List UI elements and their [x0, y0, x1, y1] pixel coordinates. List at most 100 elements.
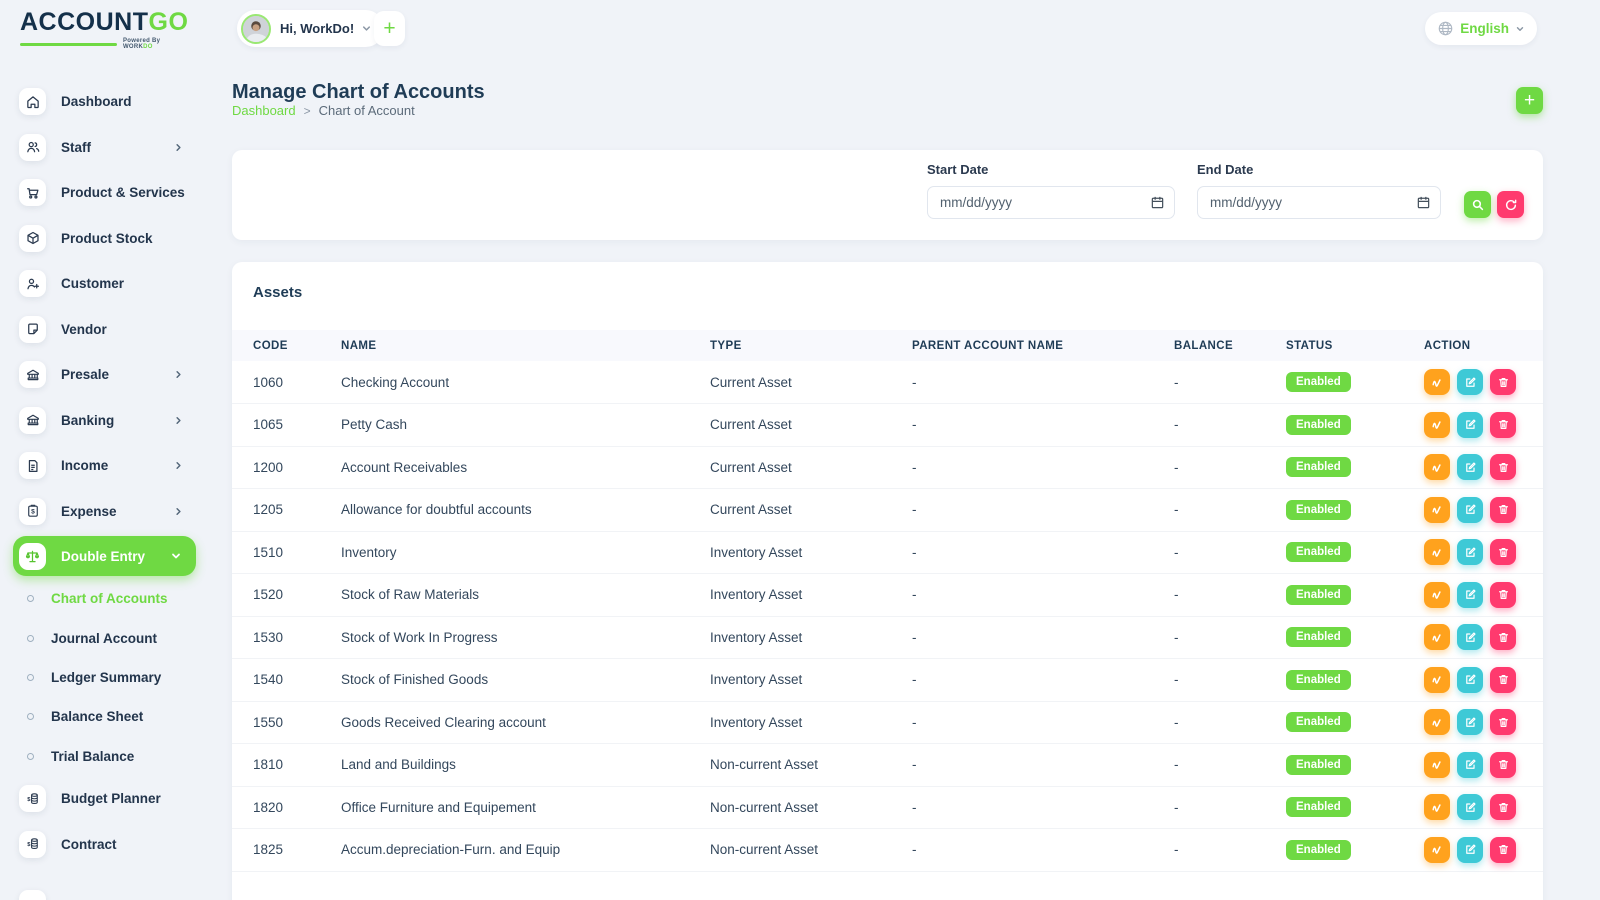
logo-underline — [20, 43, 117, 46]
status-badge: Enabled — [1286, 670, 1351, 690]
edit-button[interactable] — [1457, 709, 1483, 735]
account-balance: - — [1174, 744, 1286, 787]
sidebar-item-partial[interactable] — [0, 881, 212, 900]
document-icon — [19, 452, 46, 479]
breadcrumb-separator: > — [304, 104, 311, 118]
status-badge: Enabled — [1286, 372, 1351, 392]
transactions-button[interactable] — [1424, 667, 1450, 693]
sidebar-item-double-entry[interactable]: Double Entry — [13, 536, 196, 576]
transactions-button[interactable] — [1424, 794, 1450, 820]
transactions-button[interactable] — [1424, 582, 1450, 608]
transactions-button[interactable] — [1424, 624, 1450, 650]
edit-icon — [1464, 673, 1477, 686]
sidebar-subitem-ledger-summary[interactable]: Ledger Summary — [0, 658, 212, 697]
edit-button[interactable] — [1457, 454, 1483, 480]
end-date-input[interactable] — [1197, 186, 1441, 219]
create-account-button[interactable]: + — [1516, 87, 1543, 114]
start-date-input[interactable] — [927, 186, 1175, 219]
delete-button[interactable] — [1490, 454, 1516, 480]
delete-button[interactable] — [1490, 497, 1516, 523]
sidebar-item-budget-planner[interactable]: $ Budget Planner — [0, 776, 212, 822]
delete-button[interactable] — [1490, 794, 1516, 820]
sidebar-item-presale[interactable]: Presale — [0, 352, 212, 398]
edit-button[interactable] — [1457, 624, 1483, 650]
sidebar-item-product-services[interactable]: Product & Services — [0, 170, 212, 216]
delete-button[interactable] — [1490, 369, 1516, 395]
trash-icon — [1497, 588, 1510, 601]
account-name-link[interactable]: Office Furniture and Equipement — [341, 786, 710, 829]
sidebar-item-income[interactable]: Income — [0, 443, 212, 489]
search-button[interactable] — [1464, 191, 1491, 218]
edit-button[interactable] — [1457, 837, 1483, 863]
sidebar-item-product-stock[interactable]: Product Stock — [0, 216, 212, 262]
quick-add-button[interactable]: + — [374, 11, 405, 46]
delete-button[interactable] — [1490, 709, 1516, 735]
account-balance: - — [1174, 659, 1286, 702]
account-name-link[interactable]: Account Receivables — [341, 446, 710, 489]
edit-button[interactable] — [1457, 752, 1483, 778]
reset-button[interactable] — [1497, 191, 1524, 218]
transactions-button[interactable] — [1424, 454, 1450, 480]
transactions-button[interactable] — [1424, 539, 1450, 565]
language-selector[interactable]: English — [1425, 12, 1537, 45]
delete-button[interactable] — [1490, 582, 1516, 608]
svg-text:$: $ — [27, 842, 31, 848]
edit-button[interactable] — [1457, 412, 1483, 438]
sidebar-subitem-balance-sheet[interactable]: Balance Sheet — [0, 697, 212, 736]
transactions-button[interactable] — [1424, 709, 1450, 735]
chevron-down-icon — [170, 550, 182, 562]
account-name-link[interactable]: Checking Account — [341, 361, 710, 404]
account-name-link[interactable]: Accum.depreciation-Furn. and Equip — [341, 829, 710, 872]
account-name-link[interactable]: Inventory — [341, 531, 710, 574]
activity-icon — [1431, 843, 1444, 856]
account-name-link[interactable]: Land and Buildings — [341, 744, 710, 787]
edit-button[interactable] — [1457, 539, 1483, 565]
account-row: 1810 Land and Buildings Non-current Asse… — [232, 744, 1543, 787]
status-badge: Enabled — [1286, 500, 1351, 520]
edit-button[interactable] — [1457, 497, 1483, 523]
edit-button[interactable] — [1457, 667, 1483, 693]
account-name-link[interactable]: Stock of Finished Goods — [341, 659, 710, 702]
sidebar-item-staff[interactable]: Staff — [0, 125, 212, 171]
sidebar-subitem-trial-balance[interactable]: Trial Balance — [0, 737, 212, 776]
delete-button[interactable] — [1490, 624, 1516, 650]
sidebar-item-vendor[interactable]: Vendor — [0, 307, 212, 353]
account-name-link[interactable]: Stock of Work In Progress — [341, 616, 710, 659]
transactions-button[interactable] — [1424, 837, 1450, 863]
account-name-link[interactable]: Allowance for doubtful accounts — [341, 489, 710, 532]
sidebar-item-expense[interactable]: $ Expense — [0, 489, 212, 535]
account-name-link[interactable]: Goods Received Clearing account — [341, 701, 710, 744]
bullet-icon — [27, 595, 34, 602]
sidebar-subitem-chart-of-accounts[interactable]: Chart of Accounts — [0, 579, 212, 618]
account-type: Current Asset — [710, 446, 912, 489]
transactions-button[interactable] — [1424, 497, 1450, 523]
edit-button[interactable] — [1457, 369, 1483, 395]
trash-icon — [1497, 758, 1510, 771]
transactions-button[interactable] — [1424, 752, 1450, 778]
sidebar-subitem-journal-account[interactable]: Journal Account — [0, 618, 212, 657]
sidebar: Dashboard Staff Product & Services Produ… — [0, 57, 212, 900]
sidebar-item-banking[interactable]: Banking — [0, 398, 212, 444]
transactions-button[interactable] — [1424, 369, 1450, 395]
delete-button[interactable] — [1490, 667, 1516, 693]
account-name-link[interactable]: Petty Cash — [341, 404, 710, 447]
accountgo-logo[interactable]: ACCOUNTGO Powered By WORKDO — [20, 8, 190, 50]
sidebar-item-customer[interactable]: Customer — [0, 261, 212, 307]
sidebar-item-contract[interactable]: $ Contract — [0, 821, 212, 867]
user-menu[interactable]: Hi, WorkDo! — [237, 10, 384, 47]
breadcrumb-dashboard-link[interactable]: Dashboard — [232, 103, 296, 118]
account-type: Current Asset — [710, 361, 912, 404]
delete-button[interactable] — [1490, 837, 1516, 863]
delete-button[interactable] — [1490, 752, 1516, 778]
delete-button[interactable] — [1490, 412, 1516, 438]
edit-icon — [1464, 503, 1477, 516]
edit-button[interactable] — [1457, 794, 1483, 820]
edit-button[interactable] — [1457, 582, 1483, 608]
sidebar-item-dashboard[interactable]: Dashboard — [0, 79, 212, 125]
account-name-link[interactable]: Stock of Raw Materials — [341, 574, 710, 617]
account-type: Inventory Asset — [710, 574, 912, 617]
status-badge: Enabled — [1286, 712, 1351, 732]
account-row: 1060 Checking Account Current Asset - - … — [232, 361, 1543, 404]
delete-button[interactable] — [1490, 539, 1516, 565]
transactions-button[interactable] — [1424, 412, 1450, 438]
